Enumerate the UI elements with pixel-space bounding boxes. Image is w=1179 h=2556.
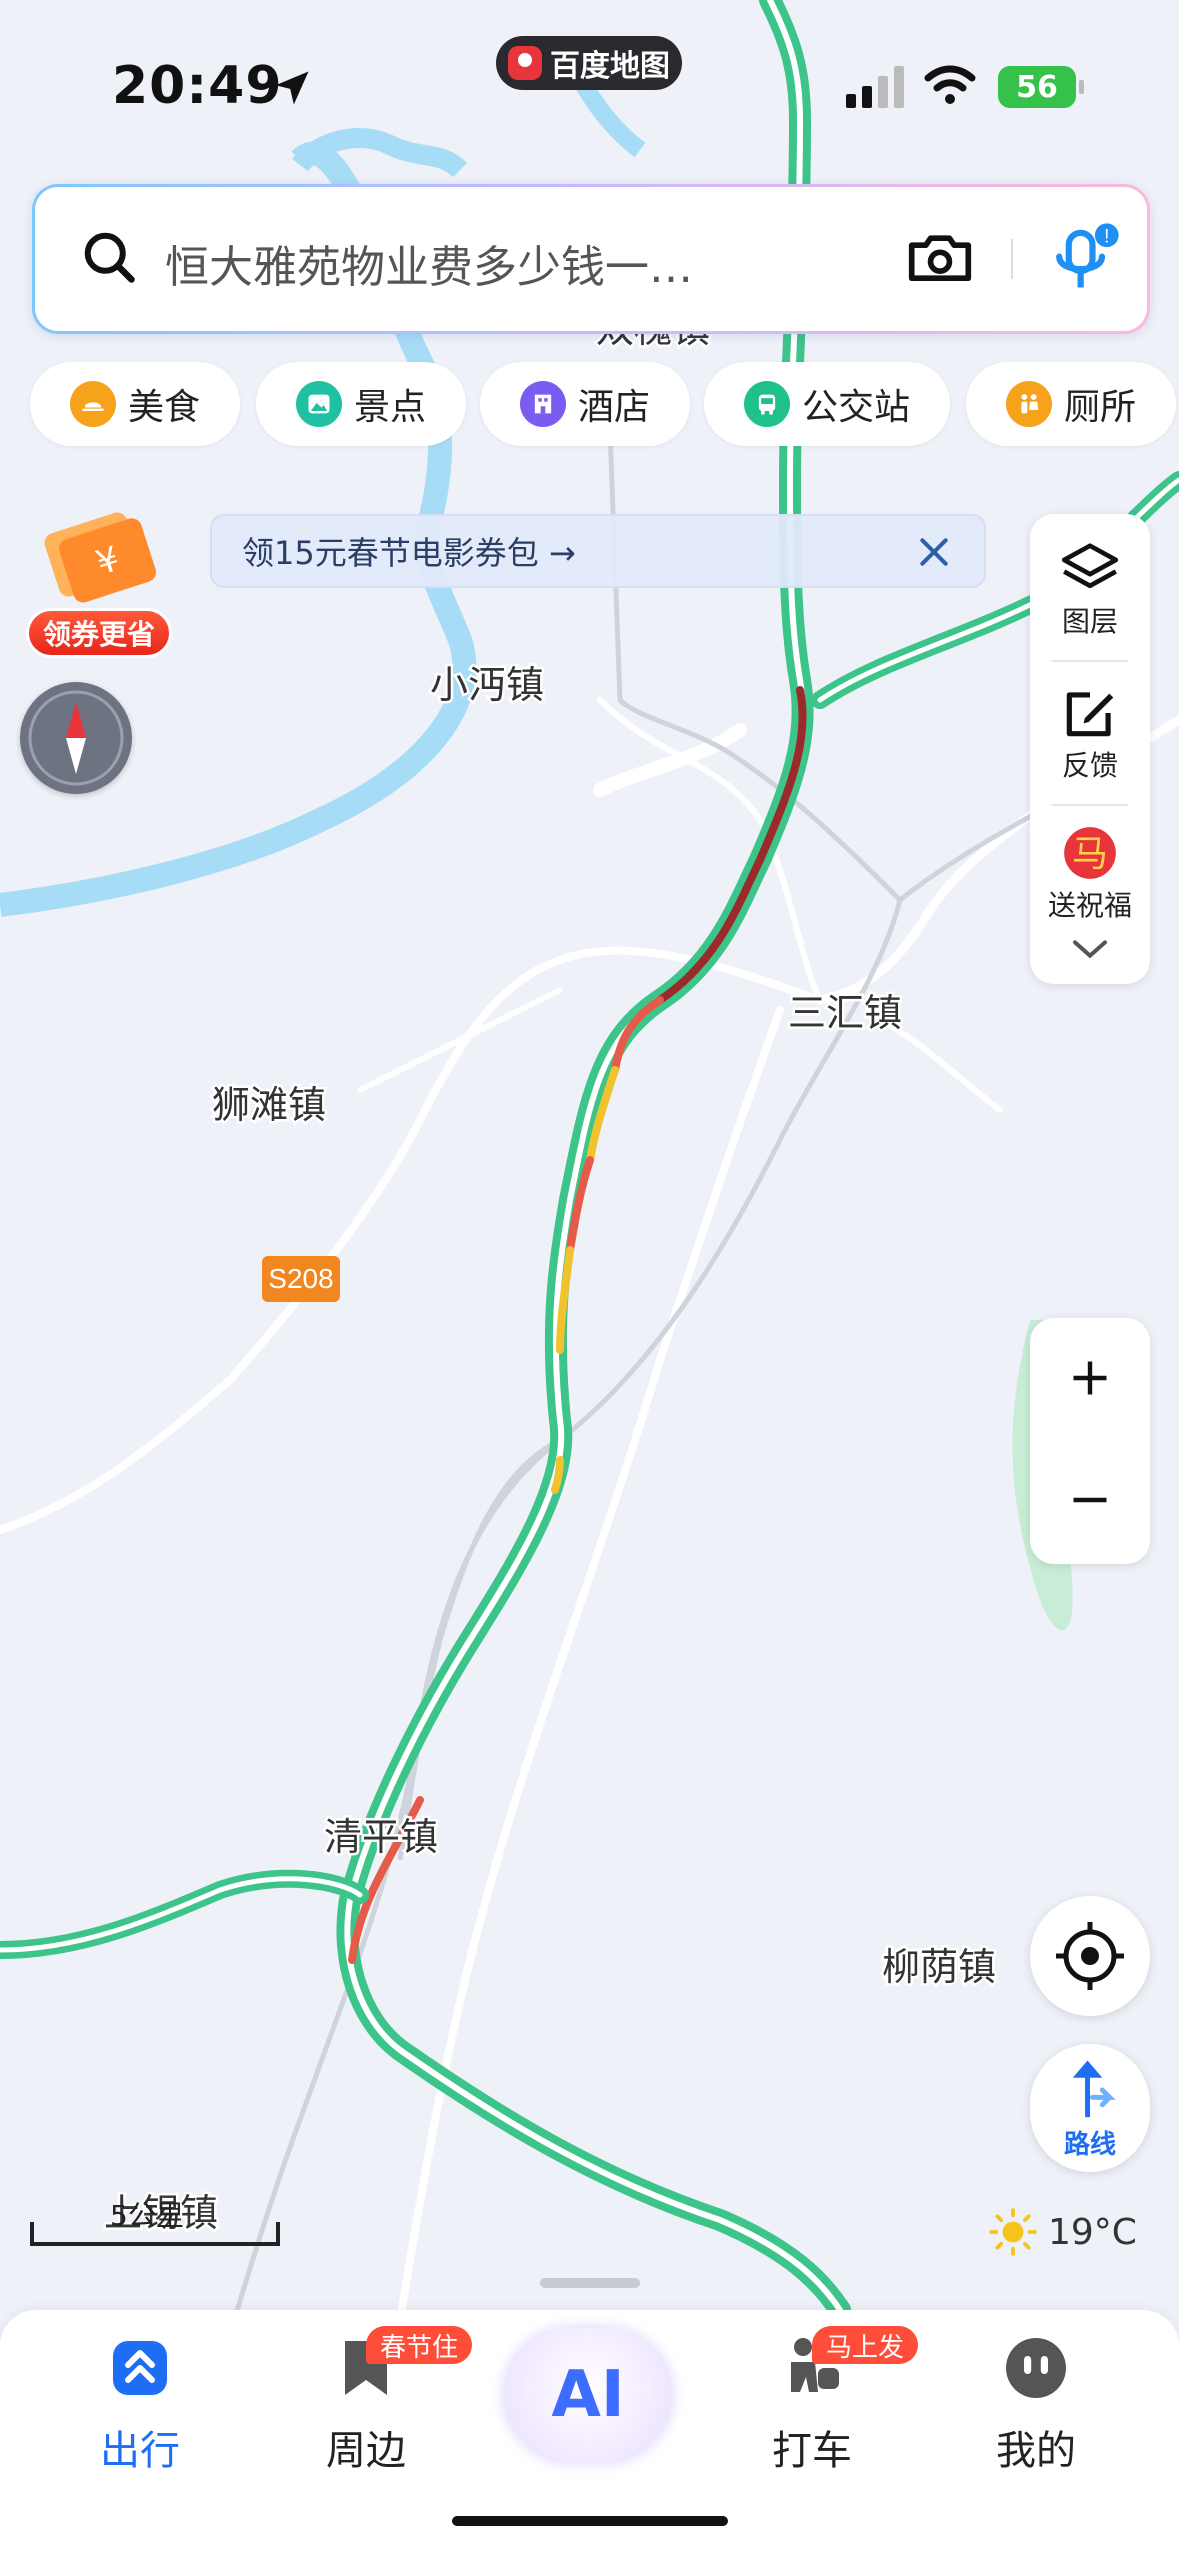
layers-icon bbox=[1061, 543, 1119, 589]
chevron-down-icon[interactable] bbox=[1070, 934, 1110, 964]
battery-indicator: 56 bbox=[998, 66, 1084, 108]
coupon-label[interactable]: 领券更省 bbox=[26, 608, 172, 658]
blessing-label: 送祝福 bbox=[1047, 889, 1132, 922]
zoom-out-button[interactable] bbox=[1030, 1440, 1150, 1560]
minus-icon bbox=[1073, 1497, 1107, 1503]
travel-icon bbox=[113, 2341, 167, 2395]
route-label: 路线 bbox=[1063, 2130, 1116, 2160]
signal-icon bbox=[846, 66, 904, 108]
coupon-banner[interactable]: 领15元春节电影券包 → bbox=[210, 514, 986, 588]
category-label: 景点 bbox=[354, 387, 427, 428]
category-chip-hotel[interactable]: 酒店 bbox=[480, 362, 690, 446]
microphone-icon[interactable]: ! bbox=[1045, 221, 1121, 297]
weather-widget[interactable]: 19°C bbox=[988, 2204, 1137, 2260]
temperature: 19°C bbox=[1048, 2211, 1137, 2253]
toolbar-divider bbox=[1052, 804, 1128, 806]
search-input[interactable]: 恒大雅苑物业费多少钱一… bbox=[165, 231, 693, 295]
compass-icon bbox=[28, 690, 124, 786]
nav-label: 周边 bbox=[326, 2428, 406, 2474]
compass-button[interactable] bbox=[20, 682, 132, 794]
category-chip-toilet[interactable]: 厕所 bbox=[966, 362, 1176, 446]
category-label: 酒店 bbox=[578, 387, 651, 428]
camera-icon[interactable] bbox=[907, 227, 973, 287]
town-label: 柳荫镇 bbox=[882, 1945, 996, 1989]
status-time: 20:49 bbox=[112, 56, 283, 116]
town-label: 小沔镇 bbox=[430, 663, 544, 707]
zoom-controls bbox=[1030, 1318, 1150, 1564]
layers-label: 图层 bbox=[1061, 605, 1118, 638]
close-icon[interactable] bbox=[914, 532, 954, 572]
nav-badge: 春节住 bbox=[366, 2326, 473, 2364]
nav-badge: 马上发 bbox=[812, 2326, 919, 2364]
app-name: 百度地图 bbox=[550, 49, 670, 84]
toilet-icon bbox=[1006, 381, 1052, 427]
search-bar[interactable]: 恒大雅苑物业费多少钱一… ! bbox=[32, 184, 1150, 334]
route-arrow-icon bbox=[1072, 2060, 1116, 2118]
baidu-map-logo-icon bbox=[508, 46, 542, 80]
toolbar-divider bbox=[1052, 660, 1128, 662]
nav-label: 我的 bbox=[996, 2428, 1076, 2474]
category-chip-food[interactable]: 美食 bbox=[30, 362, 240, 446]
town-label: 狮滩镇 bbox=[212, 1083, 326, 1127]
map-toolbar: 图层 反馈 马 送祝福 bbox=[1030, 514, 1150, 984]
nav-taxi[interactable]: 打车 马上发 bbox=[732, 2326, 919, 2476]
edit-icon bbox=[1066, 692, 1114, 737]
search-icon bbox=[84, 232, 135, 283]
route-button[interactable]: 路线 bbox=[1030, 2044, 1150, 2172]
layers-button[interactable]: 图层 bbox=[1030, 538, 1150, 640]
town-label: 三汇镇 bbox=[788, 991, 902, 1035]
app-pill[interactable]: 百度地图 bbox=[496, 36, 682, 90]
category-label: 厕所 bbox=[1064, 387, 1137, 428]
road-shield-label: S208 bbox=[268, 1263, 333, 1294]
blessing-horse-icon: 马 bbox=[1064, 827, 1116, 879]
food-icon bbox=[70, 381, 116, 427]
svg-text:马: 马 bbox=[1072, 832, 1108, 875]
profile-face-icon bbox=[1006, 2338, 1066, 2398]
category-chip-bus-stop[interactable]: 公交站 bbox=[704, 362, 950, 446]
drawer-handle[interactable] bbox=[540, 2278, 640, 2288]
zoom-in-button[interactable] bbox=[1030, 1318, 1150, 1438]
banner-text: 领15元春节电影券包 → bbox=[242, 534, 576, 572]
nav-travel[interactable]: 出行 bbox=[60, 2332, 220, 2476]
feedback-label: 反馈 bbox=[1061, 749, 1118, 782]
scale-bar bbox=[30, 2222, 280, 2246]
blessing-button[interactable]: 马 送祝福 bbox=[1030, 822, 1150, 924]
location-arrow-icon bbox=[275, 71, 309, 105]
nav-nearby[interactable]: 周边 春节住 bbox=[286, 2326, 473, 2476]
ai-label: AI bbox=[551, 2358, 625, 2432]
scenic-icon bbox=[296, 381, 342, 427]
search-divider bbox=[1011, 239, 1013, 279]
nav-label: 打车 bbox=[772, 2428, 852, 2474]
svg-text:!: ! bbox=[1104, 226, 1109, 247]
ai-assistant-button[interactable]: AI bbox=[504, 2328, 672, 2462]
category-label: 美食 bbox=[128, 387, 201, 428]
locate-me-button[interactable] bbox=[1030, 1896, 1150, 2016]
town-label: 清平镇 bbox=[324, 1815, 438, 1859]
category-label: 公交站 bbox=[802, 387, 911, 428]
nav-profile[interactable]: 我的 bbox=[956, 2332, 1116, 2476]
plus-icon bbox=[1073, 1361, 1107, 1395]
nav-label: 出行 bbox=[100, 2428, 180, 2474]
home-indicator bbox=[452, 2516, 728, 2526]
sun-icon bbox=[989, 2208, 1037, 2256]
wifi-icon bbox=[924, 65, 976, 104]
feedback-button[interactable]: 反馈 bbox=[1030, 682, 1150, 784]
bus-icon bbox=[744, 381, 790, 427]
target-icon bbox=[1056, 1922, 1124, 1990]
category-chip-scenic[interactable]: 景点 bbox=[256, 362, 466, 446]
hotel-icon bbox=[520, 381, 566, 427]
